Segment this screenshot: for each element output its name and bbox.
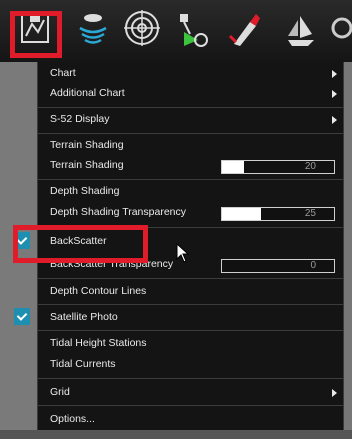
menu-item-label: Depth Shading — [50, 185, 120, 197]
slider-value: 20 — [304, 161, 316, 172]
menu-item-grid[interactable]: Grid — [38, 383, 343, 403]
menu-item-label: Depth Shading Transparency — [50, 206, 187, 218]
route-tools-icon[interactable] — [168, 6, 214, 52]
status-strip — [0, 430, 352, 439]
menu-item-label: Terrain Shading — [50, 139, 124, 151]
backscatter-highlight — [13, 225, 148, 263]
menu-item-depth-contour-lines[interactable]: Depth Contour Lines — [38, 282, 343, 302]
terrain-shading-slider[interactable]: 20 — [221, 160, 335, 174]
menu-item-label: Options... — [50, 413, 95, 425]
slider-fill — [222, 208, 262, 220]
menu-item-tidal-currents[interactable]: Tidal Currents — [38, 355, 343, 375]
menu-item-additional-chart[interactable]: Additional Chart — [38, 84, 343, 104]
submenu-arrow-icon — [332, 389, 337, 397]
menu-separator — [38, 405, 343, 406]
menu-item-tidal-height-stations[interactable]: Tidal Height Stations — [38, 334, 343, 354]
menu-item-label: Terrain Shading — [50, 159, 124, 171]
chart-background-edge — [344, 62, 352, 439]
menu-item-label: Depth Contour Lines — [50, 285, 147, 297]
sonar-icon[interactable] — [70, 6, 116, 52]
menu-item-label: Grid — [50, 386, 70, 398]
chart-button-highlight — [10, 11, 62, 58]
menu-separator — [38, 378, 343, 379]
menu-separator — [38, 179, 343, 180]
menu-separator — [38, 107, 343, 108]
mouse-cursor-icon — [176, 243, 190, 263]
check-icon — [16, 310, 28, 321]
menu-item-label: Additional Chart — [50, 87, 125, 99]
radar-icon[interactable] — [119, 6, 165, 52]
menu-item-label: Tidal Height Stations — [50, 337, 147, 349]
slider-fill — [222, 161, 245, 173]
slider-value: 25 — [304, 208, 316, 219]
menu-item-chart[interactable]: Chart — [38, 64, 343, 84]
menu-item-depth-shading-header[interactable]: Depth Shading — [38, 182, 343, 202]
submenu-arrow-icon — [332, 70, 337, 78]
checkbox-checked[interactable] — [14, 308, 30, 325]
more-icon[interactable] — [326, 6, 352, 52]
depth-shading-transparency-slider[interactable]: 25 — [221, 207, 335, 221]
submenu-arrow-icon — [332, 90, 337, 98]
menu-separator — [38, 330, 343, 331]
backscatter-transparency-slider[interactable]: 0 — [221, 259, 335, 273]
menu-separator — [38, 133, 343, 134]
tide-icon[interactable] — [222, 6, 268, 52]
menu-item-satellite-photo[interactable]: Satellite Photo — [14, 308, 343, 328]
menu-separator — [38, 278, 343, 279]
menu-item-depth-shading-transparency[interactable]: Depth Shading Transparency 25 — [38, 203, 343, 223]
menu-item-options[interactable]: Options... — [38, 410, 343, 430]
menu-item-terrain-shading-header[interactable]: Terrain Shading — [38, 136, 343, 156]
submenu-arrow-icon — [332, 116, 337, 124]
menu-item-label: Satellite Photo — [50, 311, 118, 323]
vessel-icon[interactable] — [278, 6, 324, 52]
menu-item-s52-display[interactable]: S-52 Display — [38, 110, 343, 130]
menu-item-terrain-shading[interactable]: Terrain Shading 20 — [38, 156, 343, 176]
menu-item-label: Chart — [50, 67, 76, 79]
slider-value: 0 — [310, 260, 316, 271]
menu-item-label: S-52 Display — [50, 113, 110, 125]
menu-item-label: Tidal Currents — [50, 358, 116, 370]
menu-separator — [38, 304, 343, 305]
